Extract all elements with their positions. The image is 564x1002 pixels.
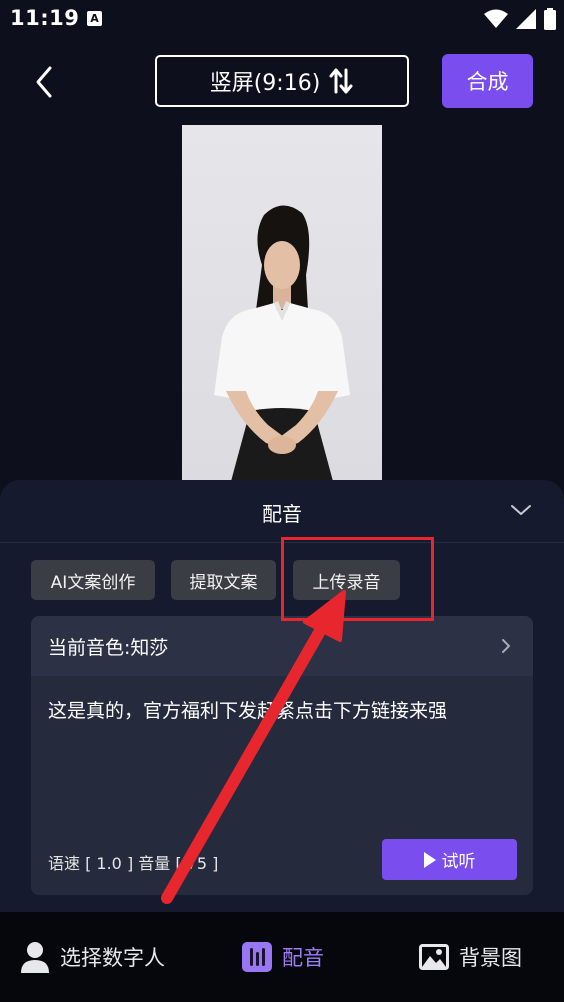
notification-icon: A <box>87 11 102 26</box>
nav-select-avatar[interactable]: 选择数字人 <box>20 940 165 974</box>
chevron-down-icon[interactable] <box>510 502 532 518</box>
battery-icon <box>544 8 556 30</box>
sheet-title: 配音 <box>262 502 302 526</box>
annotation-highlight-box <box>281 537 434 621</box>
extract-copy-button[interactable]: 提取文案 <box>171 560 276 600</box>
image-icon <box>419 944 449 970</box>
listen-label: 试听 <box>441 852 476 872</box>
current-voice-label: 当前音色:知莎 <box>48 636 169 659</box>
ai-copywriting-button[interactable]: AI文案创作 <box>31 560 155 600</box>
nav-background[interactable]: 背景图 <box>419 940 522 974</box>
signal-icon <box>516 9 536 29</box>
compose-button[interactable]: 合成 <box>442 54 533 108</box>
status-time: 11:19 <box>10 6 80 30</box>
chevron-right-icon <box>502 639 510 653</box>
speed-volume-params[interactable]: 语速 [ 1.0 ] 音量 [ 75 ] <box>48 850 218 874</box>
video-preview <box>182 125 382 485</box>
wifi-icon <box>484 9 508 28</box>
status-icons <box>484 8 556 30</box>
status-bar: 11:19 A <box>0 0 564 40</box>
back-button[interactable] <box>26 62 66 102</box>
nav-label: 背景图 <box>459 946 522 970</box>
script-text[interactable]: 这是真的，官方福利下发赶紧点击下方链接来强 <box>48 696 447 723</box>
equalizer-icon <box>242 942 272 972</box>
voice-selector[interactable]: 当前音色:知莎 <box>31 616 533 676</box>
voice-card: 当前音色:知莎 这是真的，官方福利下发赶紧点击下方链接来强 语速 [ 1.0 ]… <box>31 616 533 895</box>
aspect-ratio-label: 竖屏(9:16) <box>209 71 321 96</box>
nav-dubbing[interactable]: 配音 <box>242 940 324 974</box>
nav-label: 配音 <box>282 946 324 970</box>
preview-listen-button[interactable]: 试听 <box>382 839 517 880</box>
play-icon <box>423 851 436 868</box>
bottom-nav: 选择数字人 配音 背景图 <box>0 912 564 1002</box>
presenter-image <box>214 205 350 485</box>
aspect-ratio-button[interactable]: 竖屏(9:16) <box>155 55 409 107</box>
chevron-left-icon <box>36 66 52 98</box>
nav-label: 选择数字人 <box>60 946 165 970</box>
sort-arrows-icon <box>329 68 353 94</box>
person-icon <box>21 942 49 973</box>
